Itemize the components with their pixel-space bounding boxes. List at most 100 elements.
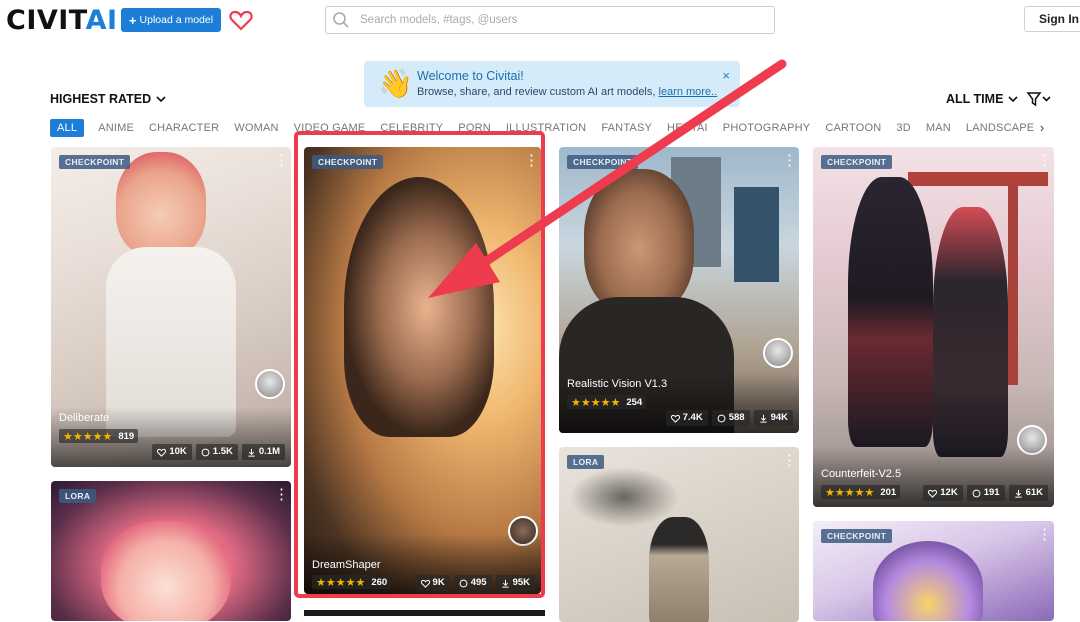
learn-more-link[interactable]: learn more.. [659, 86, 718, 98]
downloads-stat: 61K [1008, 485, 1048, 501]
tag-landscape[interactable]: LANDSCAPE [966, 122, 1034, 134]
heart-outline-icon [670, 414, 680, 423]
comments-stat: 588 [711, 410, 750, 426]
model-card-realistic-vision[interactable]: CHECKPOINT ⋮ Realistic Vision V1.3 ★★★★★… [559, 147, 799, 433]
model-image [101, 521, 231, 621]
heart-icon[interactable] [229, 9, 253, 31]
download-icon [248, 448, 255, 457]
logo-accent: AI [85, 5, 118, 36]
card-stats: 7.4K 588 94K [665, 410, 793, 426]
likes-stat: 12K [923, 485, 963, 501]
model-card-deliberate[interactable]: CHECKPOINT ⋮ Deliberate ★★★★★ 819 10K 1.5… [51, 147, 291, 467]
logo-text: CIVIT [6, 5, 86, 36]
model-image-character-2 [933, 207, 1008, 457]
tag-filter-bar: ALL ANIME CHARACTER WOMAN VIDEO GAME CEL… [50, 118, 1046, 138]
tag-hentai[interactable]: HENTAI [667, 122, 708, 134]
star-rating-icon: ★★★★★ [571, 396, 621, 409]
chevron-down-icon [156, 96, 166, 103]
period-dropdown[interactable]: ALL TIME [946, 92, 1018, 106]
tag-cartoon[interactable]: CARTOON [825, 122, 881, 134]
welcome-body: Browse, share, and review custom AI art … [417, 86, 656, 98]
rating-count: 254 [626, 396, 643, 408]
heart-outline-icon [157, 448, 167, 457]
model-card-counterfeit[interactable]: CHECKPOINT ⋮ Counterfeit-V2.5 ★★★★★ 201 1… [813, 147, 1054, 507]
download-icon [1014, 489, 1022, 498]
plus-icon: + [128, 12, 137, 28]
type-badge: CHECKPOINT [821, 155, 893, 169]
tag-man[interactable]: MAN [926, 122, 951, 134]
downloads-stat: 94K [753, 410, 793, 426]
comments-stat: 191 [966, 485, 1005, 501]
model-name: Realistic Vision V1.3 [567, 378, 668, 390]
sign-in-button[interactable]: Sign In [1024, 6, 1080, 32]
rating: ★★★★★ 201 [821, 485, 901, 499]
period-label: ALL TIME [946, 92, 1004, 106]
search-input[interactable] [358, 13, 752, 27]
tag-fantasy[interactable]: FANTASY [601, 122, 652, 134]
type-badge: LORA [567, 455, 605, 469]
tag-3d[interactable]: 3D [896, 122, 910, 134]
comments-count: 588 [728, 412, 745, 423]
creator-avatar[interactable] [255, 369, 285, 399]
more-options-icon[interactable]: ⋮ [1037, 527, 1052, 542]
rating: ★★★★★ 819 [59, 429, 139, 443]
type-badge: LORA [59, 489, 97, 503]
search-bar[interactable] [325, 6, 775, 34]
model-image-building-2 [734, 187, 779, 282]
search-icon [333, 12, 349, 28]
more-options-icon[interactable]: ⋮ [274, 153, 289, 168]
downloads-count: 94K [770, 412, 788, 423]
next-card-edge [304, 610, 545, 616]
likes-stat: 10K [152, 444, 192, 460]
chevron-down-icon [1008, 96, 1018, 103]
model-name: Counterfeit-V2.5 [821, 468, 902, 480]
model-card-lora-1[interactable]: LORA ⋮ [51, 481, 291, 621]
tag-all[interactable]: ALL [50, 119, 85, 137]
model-image [584, 169, 694, 314]
tag-woman[interactable]: WOMAN [234, 122, 278, 134]
comment-icon [717, 414, 726, 422]
filter-icon[interactable] [1026, 91, 1052, 107]
model-image [649, 517, 709, 622]
comments-count: 191 [983, 487, 1000, 498]
wave-emoji-icon: 👋 [378, 68, 413, 99]
tag-photography[interactable]: PHOTOGRAPHY [723, 122, 811, 134]
upload-model-button[interactable]: + Upload a model [121, 8, 221, 32]
comment-icon [972, 489, 981, 497]
more-options-icon[interactable]: ⋮ [782, 453, 797, 468]
comments-count: 1.5K [212, 446, 233, 457]
model-card-lora-2[interactable]: LORA ⋮ [559, 447, 799, 622]
model-image-torii [908, 172, 1048, 186]
model-image-torii-post [1008, 185, 1018, 385]
type-badge: CHECKPOINT [59, 155, 131, 169]
likes-count: 10K [169, 446, 187, 457]
model-card-checkpoint-witch[interactable]: CHECKPOINT ⋮ [813, 521, 1054, 621]
star-rating-icon: ★★★★★ [825, 486, 875, 499]
more-options-icon[interactable]: ⋮ [274, 487, 289, 502]
heart-outline-icon [928, 489, 938, 498]
card-stats: 10K 1.5K 0.1M [152, 444, 285, 460]
civitai-logo[interactable]: CIVITAI [6, 7, 118, 35]
welcome-banner: 👋 Welcome to Civitai! Browse, share, and… [364, 61, 740, 107]
rating-count: 819 [118, 430, 135, 442]
more-options-icon[interactable]: ⋮ [1037, 153, 1052, 168]
creator-avatar[interactable] [763, 338, 793, 368]
annotation-highlight-box [294, 131, 545, 598]
card-stats: 12K 191 61K [923, 485, 1048, 501]
likes-count: 7.4K [682, 412, 703, 423]
model-image-character-1 [848, 177, 933, 447]
model-image-branch [569, 467, 679, 527]
sort-dropdown[interactable]: HIGHEST RATED [50, 92, 166, 106]
chevron-right-icon[interactable]: › [1034, 119, 1050, 137]
type-badge: CHECKPOINT [821, 529, 893, 543]
star-rating-icon: ★★★★★ [63, 430, 113, 443]
downloads-stat: 0.1M [241, 444, 285, 460]
rating: ★★★★★ 254 [567, 395, 647, 409]
more-options-icon[interactable]: ⋮ [782, 153, 797, 168]
welcome-title: Welcome to Civitai! [417, 69, 524, 83]
tag-anime[interactable]: ANIME [98, 122, 134, 134]
close-icon[interactable]: × [722, 68, 730, 83]
tag-character[interactable]: CHARACTER [149, 122, 219, 134]
downloads-count: 0.1M [258, 446, 280, 457]
rating-count: 201 [880, 486, 897, 498]
